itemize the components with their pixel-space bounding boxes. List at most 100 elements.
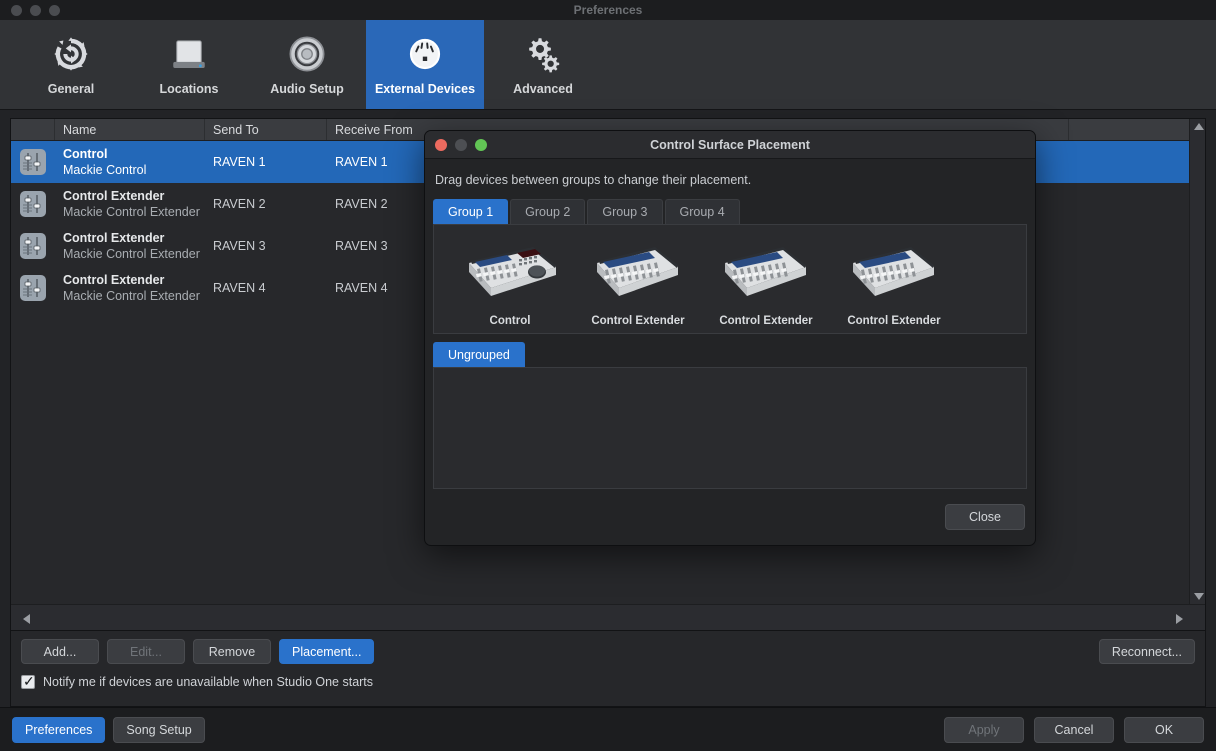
vertical-scrollbar[interactable]: [1189, 119, 1205, 604]
toolbar-item-external-devices[interactable]: External Devices: [366, 20, 484, 109]
device-thumbnail-control[interactable]: Control: [446, 241, 574, 327]
cancel-button[interactable]: Cancel: [1034, 716, 1114, 743]
device-action-buttons: Add... Edit... Remove Placement...: [21, 639, 1195, 664]
dialog-hint-text: Drag devices between groups to change th…: [435, 173, 752, 187]
tab-group-2[interactable]: Group 2: [510, 199, 586, 224]
remove-button[interactable]: Remove: [193, 639, 271, 664]
toolbar-item-label: Advanced: [513, 82, 573, 96]
footer-right-buttons: Apply Cancel OK: [944, 716, 1204, 743]
control-surface-placement-dialog: Control Surface Placement Drag devices b…: [424, 130, 1036, 546]
mixer-fader-icon: [20, 191, 46, 217]
group-device-pane[interactable]: Control Control Extender Control Extende…: [433, 224, 1027, 334]
notify-checkbox-row[interactable]: Notify me if devices are unavailable whe…: [21, 673, 1195, 689]
column-header-name[interactable]: Name: [55, 119, 205, 140]
dialog-footer: Close: [425, 489, 1035, 545]
dialog-close-action-button[interactable]: Close: [945, 504, 1025, 530]
notify-checkbox[interactable]: [21, 673, 35, 689]
toolbar-item-label: General: [47, 82, 95, 96]
device-thumbnail-label: Control: [489, 315, 531, 327]
device-name-cell: Control Extender Mackie Control Extender: [55, 230, 205, 263]
device-icon-cell: [11, 275, 55, 301]
minimize-window-button[interactable]: [30, 4, 41, 16]
preferences-window: Preferences General Locations Audio Setu…: [0, 0, 1216, 751]
device-send-to: RAVEN 1: [213, 155, 266, 169]
toolbar-item-audio-setup[interactable]: Audio Setup: [248, 20, 366, 109]
notify-checkbox-label: Notify me if devices are unavailable whe…: [43, 675, 374, 689]
mixer-fader-icon: [20, 149, 46, 175]
column-header-send-to[interactable]: Send To: [205, 119, 327, 140]
toolbar-item-label: Audio Setup: [270, 82, 344, 96]
window-footer: Preferences Song Setup Apply Cancel OK: [0, 707, 1216, 751]
reconnect-button[interactable]: Reconnect...: [1098, 639, 1195, 664]
device-name: Control Extender: [63, 230, 165, 245]
scroll-up-arrow-icon[interactable]: [1194, 123, 1204, 130]
scroll-left-arrow-icon[interactable]: [23, 614, 30, 624]
edit-button[interactable]: Edit...: [107, 639, 185, 664]
dialog-title: Control Surface Placement: [650, 137, 810, 152]
scroll-down-arrow-icon[interactable]: [1194, 593, 1204, 600]
gears-icon: [529, 38, 560, 73]
device-send-to: RAVEN 4: [213, 281, 266, 295]
device-model: Mackie Control: [63, 162, 147, 177]
preferences-toolbar: General Locations Audio Setup External D…: [0, 20, 1216, 110]
placement-button[interactable]: Placement...: [279, 639, 375, 664]
device-name-cell: Control Extender Mackie Control Extender: [55, 188, 205, 221]
tab-group-4[interactable]: Group 4: [664, 199, 740, 224]
device-thumbnail-label: Control Extender: [591, 315, 685, 327]
device-thumbnail-extender-1[interactable]: Control Extender: [574, 241, 702, 327]
tab-ungrouped[interactable]: Ungrouped: [433, 342, 525, 367]
device-name-cell: Control Extender Mackie Control Extender: [55, 272, 205, 305]
mackie-control-surface-icon: [469, 247, 556, 296]
device-actions-bar: Add... Edit... Remove Placement... Recon…: [10, 631, 1206, 707]
close-window-button[interactable]: [11, 4, 22, 16]
horizontal-scrollbar[interactable]: [11, 604, 1205, 630]
dialog-minimize-button[interactable]: [455, 138, 467, 151]
mackie-control-extender-icon: [853, 247, 934, 296]
footer-left-buttons: Preferences Song Setup: [12, 716, 205, 743]
device-send-to: RAVEN 3: [213, 239, 266, 253]
device-thumbnail-label: Control Extender: [719, 315, 813, 327]
toolbar-item-advanced[interactable]: Advanced: [484, 20, 602, 109]
toolbar-item-label: Locations: [159, 82, 219, 96]
ok-button[interactable]: OK: [1124, 716, 1204, 743]
preferences-tab-button[interactable]: Preferences: [12, 716, 106, 743]
song-setup-tab-button[interactable]: Song Setup: [113, 716, 205, 743]
toolbar-item-general[interactable]: General: [12, 20, 130, 109]
column-header-icon: [11, 119, 55, 140]
dialog-maximize-button[interactable]: [475, 138, 487, 151]
add-button[interactable]: Add...: [21, 639, 99, 664]
device-name: Control Extender: [63, 188, 165, 203]
group-tabs: Group 1 Group 2 Group 3 Group 4: [433, 199, 1027, 224]
device-thumbnail-label: Control Extender: [847, 315, 941, 327]
device-icon-cell: [11, 233, 55, 259]
dialog-close-button[interactable]: [435, 138, 447, 151]
mixer-fader-icon: [20, 275, 46, 301]
device-name: Control: [63, 146, 108, 161]
device-name: Control Extender: [63, 272, 165, 287]
toolbar-item-locations[interactable]: Locations: [130, 20, 248, 109]
maximize-window-button[interactable]: [49, 4, 60, 16]
speaker-icon: [289, 36, 325, 72]
device-thumbnail-extender-3[interactable]: Control Extender: [830, 241, 958, 327]
device-name-cell: Control Mackie Control: [55, 146, 205, 179]
scroll-right-arrow-icon[interactable]: [1176, 614, 1183, 624]
device-model: Mackie Control Extender: [63, 246, 200, 261]
ungrouped-device-pane[interactable]: [433, 367, 1027, 489]
tab-group-3[interactable]: Group 3: [587, 199, 663, 224]
toolbar-item-label: External Devices: [374, 82, 476, 96]
device-thumbnail-extender-2[interactable]: Control Extender: [702, 241, 830, 327]
mackie-control-extender-icon: [597, 247, 678, 296]
drive-icon: [173, 40, 205, 68]
window-traffic-lights: [0, 4, 60, 16]
dialog-body: Drag devices between groups to change th…: [425, 159, 1035, 489]
tab-group-1[interactable]: Group 1: [433, 199, 509, 224]
device-send-to: RAVEN 2: [213, 197, 266, 211]
ungrouped-tabs: Ungrouped: [433, 342, 1027, 367]
dialog-traffic-lights: [425, 138, 487, 151]
window-title: Preferences: [573, 3, 643, 17]
apply-button[interactable]: Apply: [944, 716, 1024, 743]
gear-refresh-icon: [54, 37, 88, 71]
device-model: Mackie Control Extender: [63, 288, 200, 303]
mackie-control-extender-icon: [725, 247, 806, 296]
device-model: Mackie Control Extender: [63, 204, 200, 219]
